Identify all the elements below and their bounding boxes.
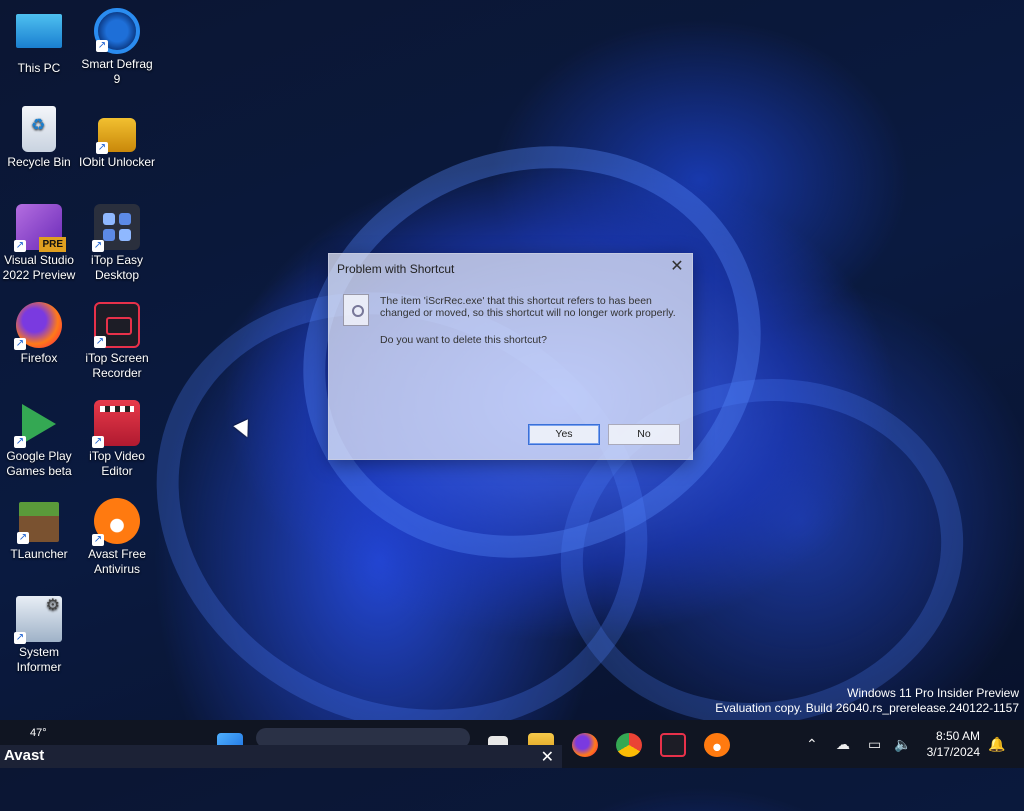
desktop-icon-smart-defrag[interactable]: ↗ Smart Defrag 9 — [78, 8, 156, 87]
desktop-icon-firefox[interactable]: ↗ Firefox — [0, 302, 78, 366]
shortcut-arrow-icon: ↗ — [96, 40, 108, 52]
yes-button[interactable]: Yes — [528, 424, 600, 445]
shortcut-arrow-icon: ↗ — [14, 632, 26, 644]
firefox-taskbar-icon[interactable] — [572, 733, 598, 757]
desktop-icon-label: This PC — [17, 61, 61, 75]
desktop-icon-label: System Informer — [16, 645, 62, 674]
chevron-up-icon[interactable]: ⌃ — [806, 736, 818, 753]
dialog-message: The item 'iScrRec.exe' that this shortcu… — [380, 295, 676, 319]
onedrive-icon[interactable]: ☁ — [836, 736, 850, 753]
dialog-question: Do you want to delete this shortcut? — [380, 334, 547, 346]
desktop-icon-label: IObit Unlocker — [78, 155, 156, 169]
visual-studio-icon: PRE ↗ — [14, 204, 66, 252]
padlock-icon: ↗ — [96, 118, 136, 154]
desktop-icon-label: iTop Easy Desktop — [90, 253, 144, 282]
monitor-icon — [16, 14, 62, 48]
smart-defrag-icon: ↗ — [94, 8, 140, 54]
firefox-icon: ↗ — [14, 302, 62, 350]
desktop-icon-label: Smart Defrag 9 — [81, 57, 153, 86]
itop-easy-desktop-icon: ↗ — [92, 204, 140, 252]
shortcut-arrow-icon: ↗ — [92, 240, 104, 252]
dialog-title: Problem with Shortcut — [337, 262, 455, 276]
close-icon[interactable]: ✕ — [541, 747, 554, 767]
clock-time: 8:50 AM — [935, 729, 980, 743]
shortcut-arrow-icon: ↗ — [92, 436, 104, 448]
weather-widget[interactable]: 47° — [30, 727, 47, 739]
shortcut-arrow-icon: ↗ — [14, 338, 26, 350]
desktop-icon-google-play-games[interactable]: ↗ Google Play Games beta — [0, 400, 78, 479]
desktop-icon-itop-video-editor[interactable]: ↗ iTop Video Editor — [78, 400, 156, 479]
desktop-icon-label: Visual Studio 2022 Preview — [2, 253, 76, 282]
desktop-icon-this-pc[interactable]: This PC — [0, 10, 78, 76]
itop-screen-recorder-icon: ↗ — [94, 302, 140, 348]
no-button[interactable]: No — [608, 424, 680, 445]
shortcut-arrow-icon: ↗ — [17, 532, 29, 544]
close-icon[interactable]: ✕ — [668, 258, 686, 276]
desktop-icon-recycle-bin[interactable]: ♻ Recycle Bin — [0, 106, 78, 170]
shortcut-arrow-icon: ↗ — [96, 142, 108, 154]
desktop-icon-label: iTop Video Editor — [89, 449, 145, 478]
clock[interactable]: 8:50 AM 3/17/2024 — [927, 728, 980, 760]
desktop-icon-avast-free[interactable]: ↗ Avast Free Antivirus — [78, 498, 156, 577]
chrome-icon[interactable] — [616, 733, 642, 757]
desktop-icon-itop-screen-recorder[interactable]: ↗ iTop Screen Recorder — [78, 302, 156, 381]
desktop-icon-iobit-unlocker[interactable]: ↗ IObit Unlocker — [78, 106, 156, 170]
notification-bell-icon[interactable]: 🔔 — [988, 736, 1005, 753]
desktop-icon-label: Google Play Games beta — [6, 449, 72, 478]
desktop-icon-label: Recycle Bin — [7, 155, 71, 169]
desktop-icon-label: TLauncher — [10, 547, 68, 561]
avast-taskbar-icon[interactable] — [704, 733, 730, 757]
desktop-icon-label: Firefox — [20, 351, 58, 365]
avast-popup: Avast ✕ — [0, 745, 562, 768]
network-icon[interactable]: ▭ — [868, 736, 881, 753]
shortcut-arrow-icon: ↗ — [92, 534, 104, 546]
google-play-games-icon: ↗ — [14, 400, 62, 448]
clock-date: 3/17/2024 — [926, 745, 980, 759]
watermark-build: Evaluation copy. Build 26040.rs_prerelea… — [715, 701, 1019, 715]
system-informer-icon: ⚙ ↗ — [14, 596, 62, 644]
desktop-icon-itop-easy-desktop[interactable]: ↗ iTop Easy Desktop — [78, 204, 156, 283]
avast-brand: Avast — [4, 747, 45, 764]
desktop-icon-label: iTop Screen Recorder — [85, 351, 149, 380]
desktop-icon-visual-studio[interactable]: PRE ↗ Visual Studio 2022 Preview — [0, 204, 78, 283]
itop-video-editor-icon: ↗ — [92, 400, 140, 448]
itop-screen-recorder-taskbar-icon[interactable] — [660, 733, 686, 757]
windows-watermark: Windows 11 Pro Insider Preview Evaluatio… — [715, 686, 1019, 716]
watermark-edition: Windows 11 Pro Insider Preview — [847, 686, 1019, 700]
desktop-icon-system-informer[interactable]: ⚙ ↗ System Informer — [0, 596, 78, 675]
desktop-icon-tlauncher[interactable]: ↗ TLauncher — [0, 498, 78, 562]
shortcut-arrow-icon: ↗ — [14, 436, 26, 448]
shortcut-arrow-icon: ↗ — [94, 336, 106, 348]
avast-icon: ↗ — [92, 498, 140, 546]
desktop-icon-label: Avast Free Antivirus — [88, 547, 146, 576]
recycle-bin-icon: ♻ — [22, 106, 56, 152]
volume-muted-icon[interactable]: 🔈 — [894, 736, 911, 753]
shortcut-arrow-icon: ↗ — [14, 240, 26, 252]
broken-shortcut-icon — [343, 294, 369, 326]
pre-badge: PRE — [39, 237, 66, 252]
problem-with-shortcut-dialog: Problem with Shortcut ✕ The item 'iScrRe… — [328, 253, 693, 460]
grass-block-icon: ↗ — [17, 502, 59, 544]
